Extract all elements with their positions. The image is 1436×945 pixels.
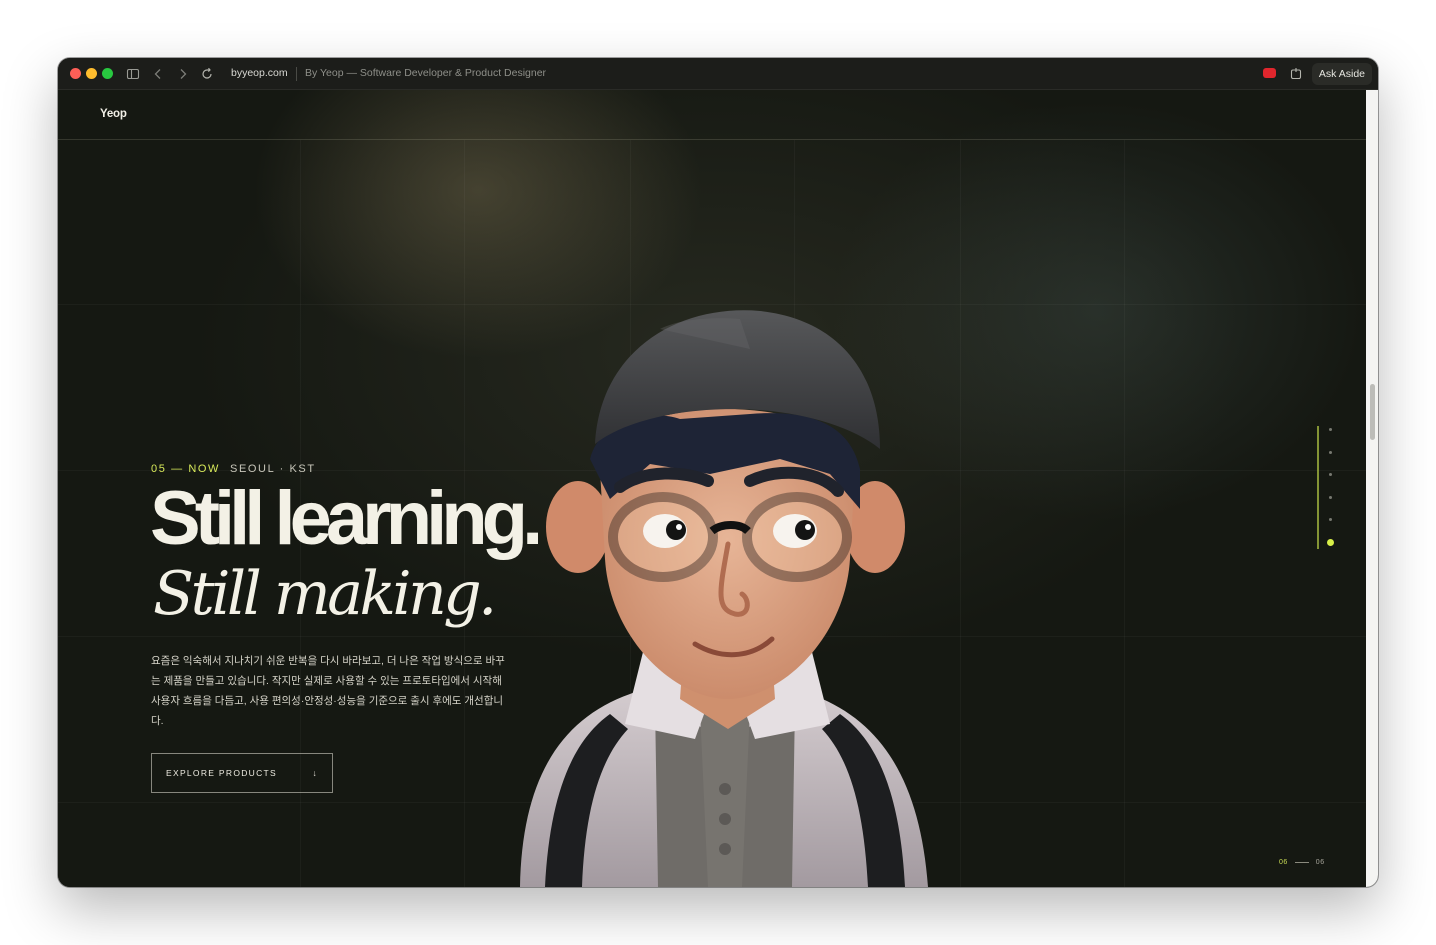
- section-nav-dot[interactable]: [1327, 539, 1334, 546]
- window-controls: [70, 68, 113, 79]
- page-viewport: Yeop 05 — NOW SEOUL · KST Still learning…: [58, 90, 1366, 887]
- ask-aside-button[interactable]: Ask Aside: [1311, 63, 1372, 85]
- back-icon[interactable]: [150, 66, 166, 82]
- pager-current: 06: [1279, 859, 1288, 866]
- share-extension-icon[interactable]: [1288, 66, 1304, 82]
- section-nav-dot[interactable]: [1329, 495, 1332, 499]
- section-progress-rail: [1317, 426, 1319, 549]
- minimize-window-button[interactable]: [86, 68, 97, 79]
- browser-window: byyeop.com By Yeop — Software Developer …: [58, 58, 1378, 887]
- hero-subheadline: Still making.: [153, 559, 497, 629]
- section-nav-dot[interactable]: [1329, 473, 1332, 477]
- section-nav-dot[interactable]: [1329, 428, 1332, 431]
- browser-toolbar: byyeop.com By Yeop — Software Developer …: [58, 58, 1378, 90]
- address-separator: [296, 67, 297, 81]
- section-nav-dot[interactable]: [1329, 518, 1332, 522]
- scrollbar-thumb[interactable]: [1370, 384, 1375, 440]
- grid-line: [1124, 140, 1125, 887]
- address-bar-url[interactable]: byyeop.com: [231, 67, 288, 79]
- arrow-down-icon: ↓: [312, 768, 318, 778]
- site-header: Yeop: [58, 90, 1366, 140]
- hero-description: 요즘은 익숙해서 지나치기 쉬운 반복을 다시 바라보고, 더 나은 작업 방식…: [151, 655, 505, 727]
- zoom-window-button[interactable]: [102, 68, 113, 79]
- pager-total: 06: [1315, 859, 1325, 866]
- avatar-illustration: [520, 310, 928, 887]
- extension-icon[interactable]: [1263, 68, 1276, 78]
- explore-products-label: EXPLORE PRODUCTS: [166, 768, 278, 778]
- pager-divider: [1294, 862, 1309, 863]
- grid-line: [58, 304, 1366, 305]
- site-logo[interactable]: Yeop: [100, 108, 127, 120]
- hero-headline: Still learning.: [150, 476, 543, 561]
- forward-icon[interactable]: [175, 66, 191, 82]
- scrollbar[interactable]: [1366, 90, 1378, 887]
- section-pager: 06 06: [1279, 859, 1325, 866]
- reload-icon[interactable]: [199, 66, 215, 82]
- sidebar-toggle-icon[interactable]: [125, 66, 141, 82]
- tab-title: By Yeop — Software Developer & Product D…: [305, 67, 547, 79]
- close-window-button[interactable]: [70, 68, 81, 79]
- explore-products-button[interactable]: EXPLORE PRODUCTS ↓: [151, 753, 333, 793]
- section-nav-dot[interactable]: [1329, 450, 1332, 454]
